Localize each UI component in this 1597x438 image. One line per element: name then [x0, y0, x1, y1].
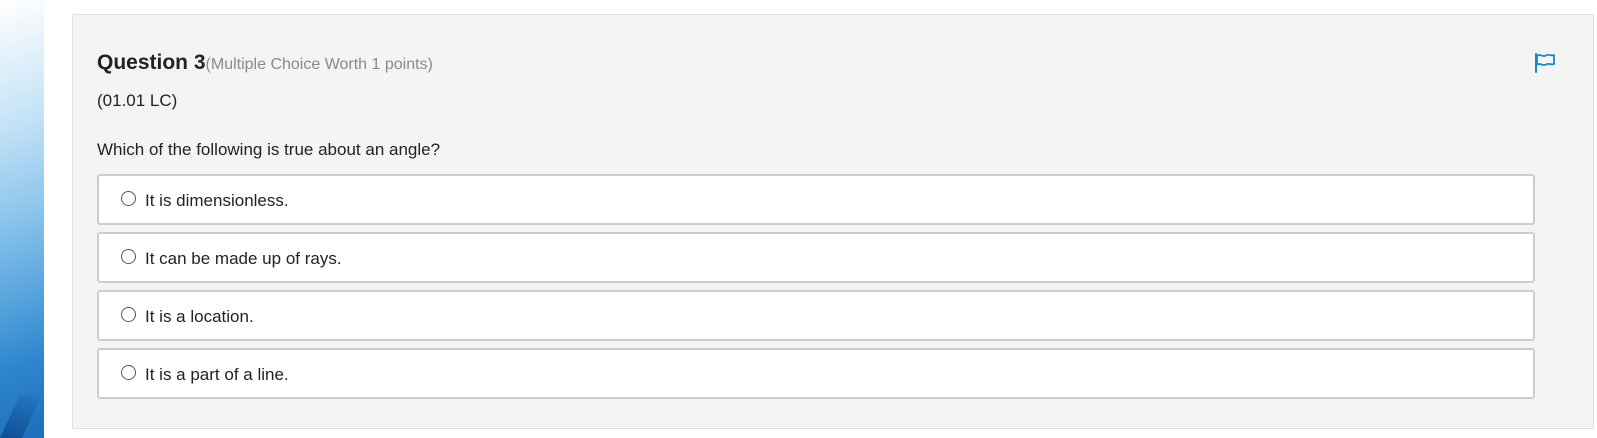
answer-option-4[interactable]: It is a part of a line. [97, 348, 1535, 399]
question-card: Question 3(Multiple Choice Worth 1 point… [72, 14, 1594, 429]
answer-option-label: It can be made up of rays. [145, 249, 342, 268]
flag-question-button[interactable] [1533, 51, 1557, 75]
radio-button[interactable] [121, 249, 136, 264]
question-header: Question 3(Multiple Choice Worth 1 point… [97, 51, 433, 75]
radio-button[interactable] [121, 365, 136, 380]
answer-option-label: It is a part of a line. [145, 365, 289, 384]
answer-option-3[interactable]: It is a location. [97, 290, 1535, 341]
answer-option-1[interactable]: It is dimensionless. [97, 174, 1535, 225]
question-code: (01.01 LC) [97, 91, 178, 110]
flag-icon [1535, 53, 1555, 73]
answer-option-label: It is dimensionless. [145, 191, 289, 210]
answer-options: It is dimensionless. It can be made up o… [97, 174, 1535, 406]
answer-option-2[interactable]: It can be made up of rays. [97, 232, 1535, 283]
question-prompt: Which of the following is true about an … [97, 140, 441, 159]
question-meta: (Multiple Choice Worth 1 points) [205, 56, 433, 73]
radio-button[interactable] [121, 191, 136, 206]
background-decoration [0, 0, 44, 438]
radio-button[interactable] [121, 307, 136, 322]
background-streak [0, 394, 43, 438]
question-title: Question 3 [97, 51, 206, 74]
answer-option-label: It is a location. [145, 307, 254, 326]
